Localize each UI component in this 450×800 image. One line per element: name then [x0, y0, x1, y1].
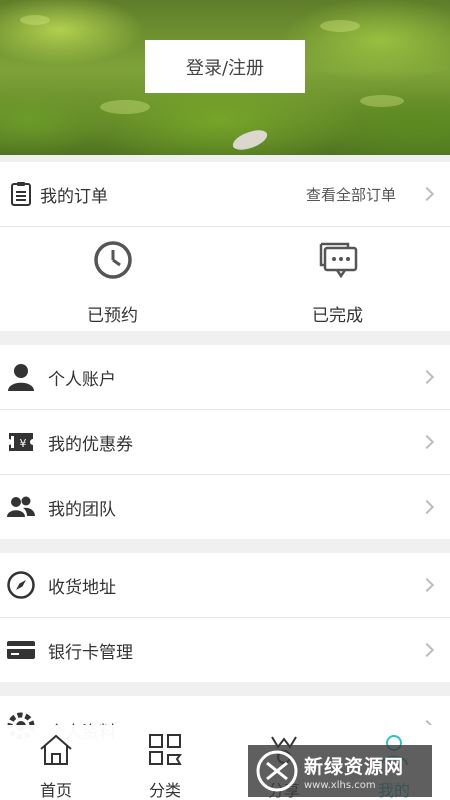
menu-item-team[interactable]: 我的团队 — [0, 475, 450, 539]
status-completed[interactable]: 已完成 — [225, 227, 450, 331]
compass-icon — [5, 569, 37, 601]
home-icon — [38, 733, 74, 767]
chevron-right-icon — [419, 434, 435, 450]
menu-item-account[interactable]: 个人账户 — [0, 345, 450, 409]
header-banner: 登录/注册 — [0, 0, 450, 155]
tab-category-label: 分类 — [148, 781, 181, 800]
chevron-right-icon — [419, 369, 435, 385]
view-all-orders-link[interactable]: 查看全部订单 — [306, 184, 396, 205]
coupon-icon: ¥ — [5, 426, 37, 458]
clipboard-icon — [5, 178, 37, 210]
chevron-right-icon — [419, 186, 435, 202]
watermark-badge: 新绿资源网 www.xlhs.com — [248, 745, 432, 797]
person-icon — [5, 361, 37, 393]
tab-category[interactable]: 分类 — [109, 725, 221, 800]
svg-text:¥: ¥ — [20, 437, 27, 450]
watermark-url: www.xlhs.com — [304, 779, 376, 791]
menu-item-bank-card[interactable]: 银行卡管理 — [0, 618, 450, 682]
watermark-title: 新绿资源网 — [304, 755, 405, 778]
watermark-logo-icon — [254, 748, 300, 794]
menu-item-label: 我的团队 — [48, 499, 116, 520]
profile-page: 登录/注册 我的订单 查看全部订单 已预约 已完成 个人账户 ¥ 我的优惠券 我… — [0, 0, 450, 800]
menu-item-address[interactable]: 收货地址 — [0, 553, 450, 617]
status-completed-label: 已完成 — [312, 306, 363, 326]
menu-item-coupons[interactable]: ¥ 我的优惠券 — [0, 410, 450, 474]
tab-home-label: 首页 — [39, 781, 72, 800]
tab-home[interactable]: 首页 — [0, 725, 112, 800]
team-icon — [5, 491, 37, 523]
clock-icon — [92, 239, 134, 281]
chevron-right-icon — [419, 642, 435, 658]
my-orders-row[interactable]: 我的订单 查看全部订单 — [0, 162, 450, 226]
grid-icon — [147, 733, 183, 767]
login-register-button[interactable]: 登录/注册 — [145, 40, 305, 93]
menu-item-label: 个人账户 — [48, 369, 116, 390]
card-icon — [5, 634, 37, 666]
chevron-right-icon — [419, 499, 435, 515]
menu-item-label: 收货地址 — [48, 577, 116, 598]
menu-item-label: 我的优惠券 — [48, 434, 133, 455]
chevron-right-icon — [419, 577, 435, 593]
order-status-panel: 已预约 已完成 — [0, 227, 450, 331]
menu-item-label: 银行卡管理 — [48, 642, 133, 663]
status-booked[interactable]: 已预约 — [0, 227, 225, 331]
chat-bubble-icon — [317, 239, 359, 281]
status-booked-label: 已预约 — [87, 306, 138, 326]
my-orders-title: 我的订单 — [40, 186, 108, 207]
leaf-decoration — [230, 127, 270, 153]
